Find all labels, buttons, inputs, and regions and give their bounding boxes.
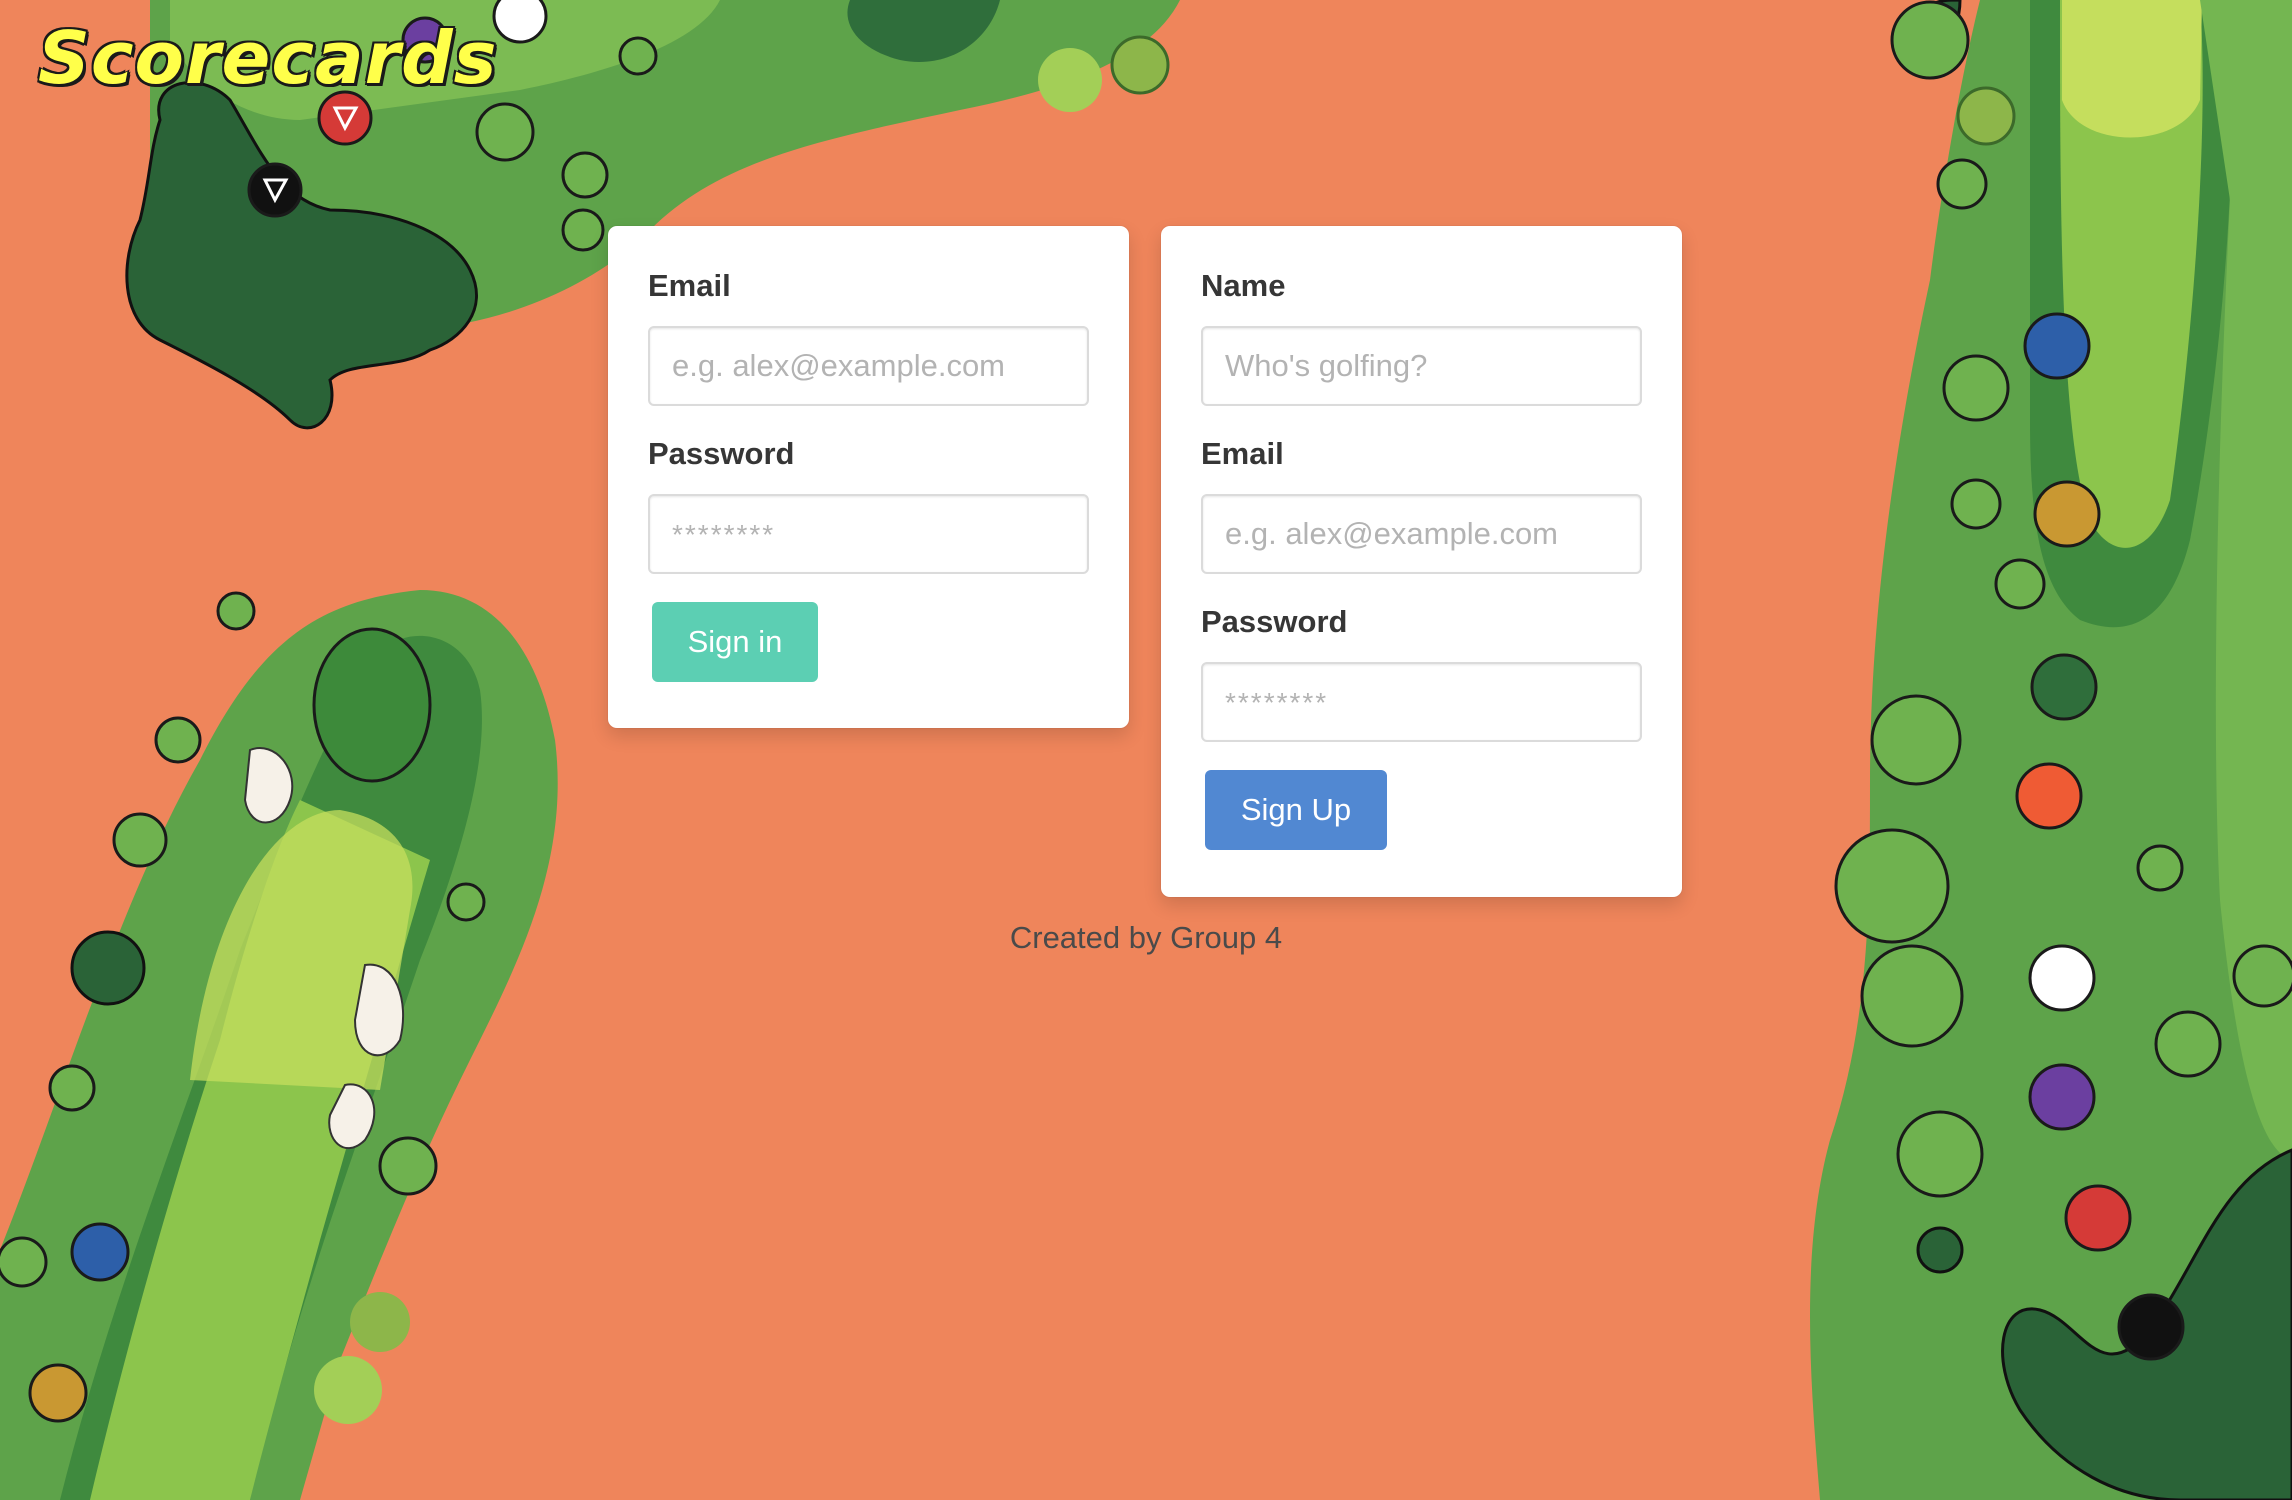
signin-email-label: Email <box>648 268 731 303</box>
sign-up-button[interactable]: Sign Up <box>1205 770 1387 850</box>
signup-name-field: Name <box>1201 266 1642 408</box>
app-title: Scorecards <box>38 16 498 100</box>
signup-name-input[interactable] <box>1201 326 1642 406</box>
sign-in-card: Email Password Sign in <box>608 226 1129 728</box>
right-hole-illustration <box>1810 0 2292 1500</box>
sign-up-card: Name Email Password Sign Up <box>1161 226 1682 897</box>
signin-email-input[interactable] <box>648 326 1089 406</box>
bottom-left-hole-illustration <box>0 590 558 1500</box>
signup-password-field: Password <box>1201 602 1642 744</box>
footer-credit: Created by Group 4 <box>1009 920 1283 955</box>
signin-password-field: Password <box>648 434 1089 576</box>
signin-password-label: Password <box>648 436 795 471</box>
signup-name-label: Name <box>1201 268 1286 303</box>
signup-email-label: Email <box>1201 436 1284 471</box>
signup-email-input[interactable] <box>1201 494 1642 574</box>
signup-email-field: Email <box>1201 434 1642 576</box>
signin-password-input[interactable] <box>648 494 1089 574</box>
sign-in-button[interactable]: Sign in <box>652 602 818 682</box>
signin-email-field: Email <box>648 266 1089 408</box>
golf-course-background <box>0 0 2292 1500</box>
signup-password-input[interactable] <box>1201 662 1642 742</box>
signup-password-label: Password <box>1201 604 1348 639</box>
